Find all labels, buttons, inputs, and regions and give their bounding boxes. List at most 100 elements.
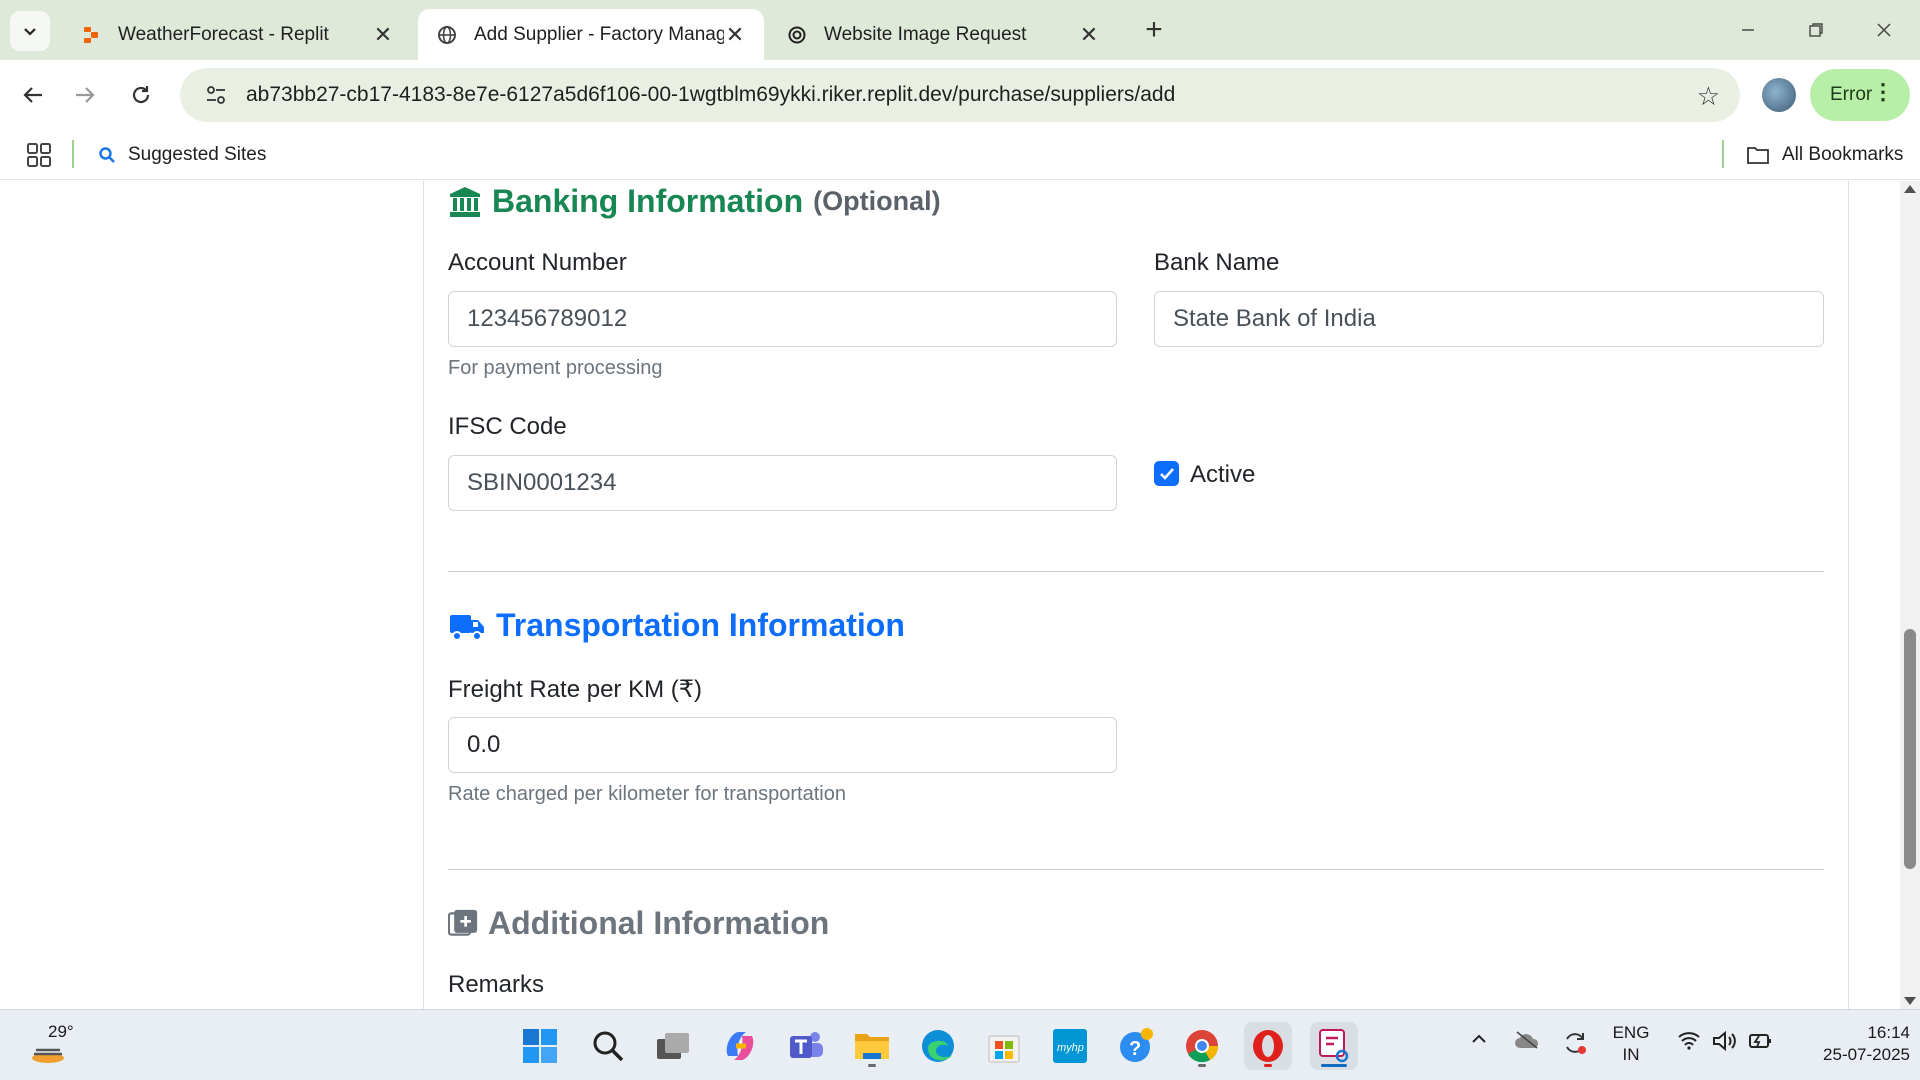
file-explorer-app[interactable] bbox=[848, 1022, 896, 1070]
minimize-button[interactable] bbox=[1728, 14, 1768, 46]
tab-search-button[interactable] bbox=[10, 11, 50, 51]
freight-rate-label: Freight Rate per KM (₹) bbox=[448, 676, 703, 703]
reload-button[interactable] bbox=[122, 76, 160, 114]
section-divider bbox=[448, 571, 1824, 572]
active-indicator bbox=[1321, 1064, 1347, 1067]
menu-dots-icon[interactable]: ⋮ bbox=[1872, 81, 1894, 103]
task-view-button[interactable] bbox=[650, 1022, 698, 1070]
tab-add-supplier[interactable]: Add Supplier - Factory Manager ✕ bbox=[418, 9, 764, 60]
freight-rate-help: Rate charged per kilometer for transport… bbox=[448, 783, 846, 805]
close-icon[interactable]: ✕ bbox=[724, 22, 746, 47]
windows-logo-icon bbox=[523, 1029, 557, 1063]
sync-tray-icon[interactable] bbox=[1560, 1030, 1590, 1056]
search-icon bbox=[593, 1031, 624, 1062]
wifi-tray-icon[interactable] bbox=[1674, 1030, 1704, 1050]
battery-tray-icon[interactable] bbox=[1746, 1030, 1776, 1052]
section-heading: Additional Information bbox=[488, 905, 830, 941]
region-code: IN bbox=[1622, 1045, 1640, 1064]
language-indicator[interactable]: ENG IN bbox=[1608, 1022, 1654, 1066]
clock-date: 25-07-2025 bbox=[1823, 1045, 1910, 1064]
get-help-app[interactable]: ? bbox=[1112, 1022, 1160, 1070]
running-indicator bbox=[1264, 1064, 1272, 1067]
edge-app[interactable] bbox=[914, 1022, 962, 1070]
start-button[interactable] bbox=[516, 1022, 564, 1070]
openai-icon bbox=[786, 24, 808, 46]
opera-app[interactable] bbox=[1244, 1022, 1292, 1070]
bookmarks-bar: Suggested Sites All Bookmarks bbox=[0, 130, 1920, 180]
bookmark-star-icon[interactable]: ☆ bbox=[1697, 81, 1720, 112]
tab-website-image-request[interactable]: Website Image Request ✕ bbox=[768, 9, 1118, 60]
weather-temp: 29° bbox=[48, 1022, 74, 1041]
language-code: ENG bbox=[1612, 1023, 1650, 1042]
page-scrollbar[interactable] bbox=[1900, 181, 1920, 1009]
forward-button[interactable] bbox=[66, 76, 104, 114]
onedrive-tray-icon[interactable] bbox=[1512, 1030, 1542, 1050]
svg-text:?: ? bbox=[1129, 1038, 1141, 1060]
arrow-left-icon bbox=[23, 87, 42, 103]
profile-error-button[interactable]: Error ⋮ bbox=[1810, 69, 1910, 121]
running-indicator bbox=[868, 1064, 876, 1067]
remarks-label: Remarks bbox=[448, 971, 545, 998]
section-heading: Transportation Information bbox=[496, 607, 905, 643]
url-text: ab73bb27-cb17-4183-8e7e-6127a5d6f106-00-… bbox=[246, 83, 1176, 106]
active-label[interactable]: Active bbox=[1190, 461, 1255, 489]
bookmark-suggested-sites[interactable]: Suggested Sites bbox=[98, 141, 266, 169]
profile-avatar[interactable] bbox=[1762, 78, 1796, 112]
sync-icon bbox=[1566, 1033, 1586, 1054]
tab-title: WeatherForecast - Replit bbox=[118, 23, 329, 45]
address-bar[interactable]: ab73bb27-cb17-4183-8e7e-6127a5d6f106-00-… bbox=[180, 68, 1740, 122]
close-icon[interactable]: ✕ bbox=[372, 22, 394, 47]
scroll-down-arrow[interactable] bbox=[1904, 997, 1916, 1005]
optional-tag: (Optional) bbox=[813, 186, 941, 216]
site-settings-icon[interactable] bbox=[196, 84, 236, 106]
bank-icon bbox=[450, 186, 480, 217]
add-note-icon bbox=[448, 909, 478, 936]
folder-icon bbox=[855, 1034, 889, 1059]
scroll-up-arrow[interactable] bbox=[1904, 185, 1916, 193]
store-icon bbox=[988, 1035, 1020, 1063]
bookmark-label: Suggested Sites bbox=[128, 144, 267, 165]
page-viewport: Banking Information (Optional) Account N… bbox=[0, 181, 1900, 1009]
speaker-icon bbox=[1713, 1030, 1736, 1052]
apps-grid-icon[interactable] bbox=[26, 142, 52, 168]
ifsc-code-input[interactable]: SBIN0001234 bbox=[448, 455, 1117, 511]
myhp-app[interactable]: myhp bbox=[1046, 1022, 1094, 1070]
system-clock[interactable]: 16:14 25-07-2025 bbox=[1790, 1022, 1910, 1066]
freight-rate-input[interactable]: 0.0 bbox=[448, 717, 1117, 773]
myhp-icon: myhp bbox=[1053, 1029, 1087, 1063]
chrome-app[interactable] bbox=[1178, 1022, 1226, 1070]
teams-app[interactable] bbox=[782, 1022, 830, 1070]
account-number-label: Account Number bbox=[448, 249, 627, 276]
snipping-tool-app[interactable] bbox=[1310, 1022, 1358, 1070]
scroll-thumb[interactable] bbox=[1904, 629, 1916, 869]
weather-widget[interactable]: 29° bbox=[28, 1022, 108, 1068]
wifi-icon bbox=[1678, 1032, 1700, 1050]
bank-name-input[interactable]: State Bank of India bbox=[1154, 291, 1824, 347]
folder-icon bbox=[1747, 147, 1769, 164]
replit-icon bbox=[80, 24, 102, 46]
new-tab-button[interactable]: + bbox=[1138, 13, 1170, 46]
all-bookmarks-button[interactable]: All Bookmarks bbox=[1746, 141, 1903, 169]
close-window-button[interactable] bbox=[1864, 14, 1904, 46]
bookmark-separator bbox=[1722, 140, 1724, 168]
ms-store-app[interactable] bbox=[980, 1022, 1028, 1070]
close-icon[interactable]: ✕ bbox=[1078, 22, 1100, 47]
restore-button[interactable] bbox=[1796, 14, 1836, 46]
volume-tray-icon[interactable] bbox=[1710, 1030, 1740, 1052]
copilot-app[interactable] bbox=[716, 1022, 764, 1070]
account-number-input[interactable]: 123456789012 bbox=[448, 291, 1117, 347]
show-hidden-icons-button[interactable] bbox=[1466, 1030, 1492, 1048]
taskbar-search-button[interactable] bbox=[584, 1022, 632, 1070]
snipping-tool-icon bbox=[1319, 1029, 1349, 1063]
windows-taskbar: 29° myhp ? ENG IN 16:14 25-07-2025 bbox=[0, 1009, 1920, 1080]
active-checkbox[interactable] bbox=[1154, 461, 1179, 486]
search-icon bbox=[99, 147, 115, 163]
tab-strip: WeatherForecast - Replit ✕ Add Supplier … bbox=[0, 0, 1920, 60]
back-button[interactable] bbox=[14, 76, 52, 114]
arrow-right-icon bbox=[76, 87, 95, 103]
edge-icon bbox=[922, 1030, 954, 1062]
tab-weatherforecast[interactable]: WeatherForecast - Replit ✕ bbox=[62, 9, 412, 60]
transport-section-title: Transportation Information bbox=[448, 607, 905, 644]
error-label: Error bbox=[1830, 84, 1873, 105]
copilot-icon bbox=[726, 1032, 754, 1060]
